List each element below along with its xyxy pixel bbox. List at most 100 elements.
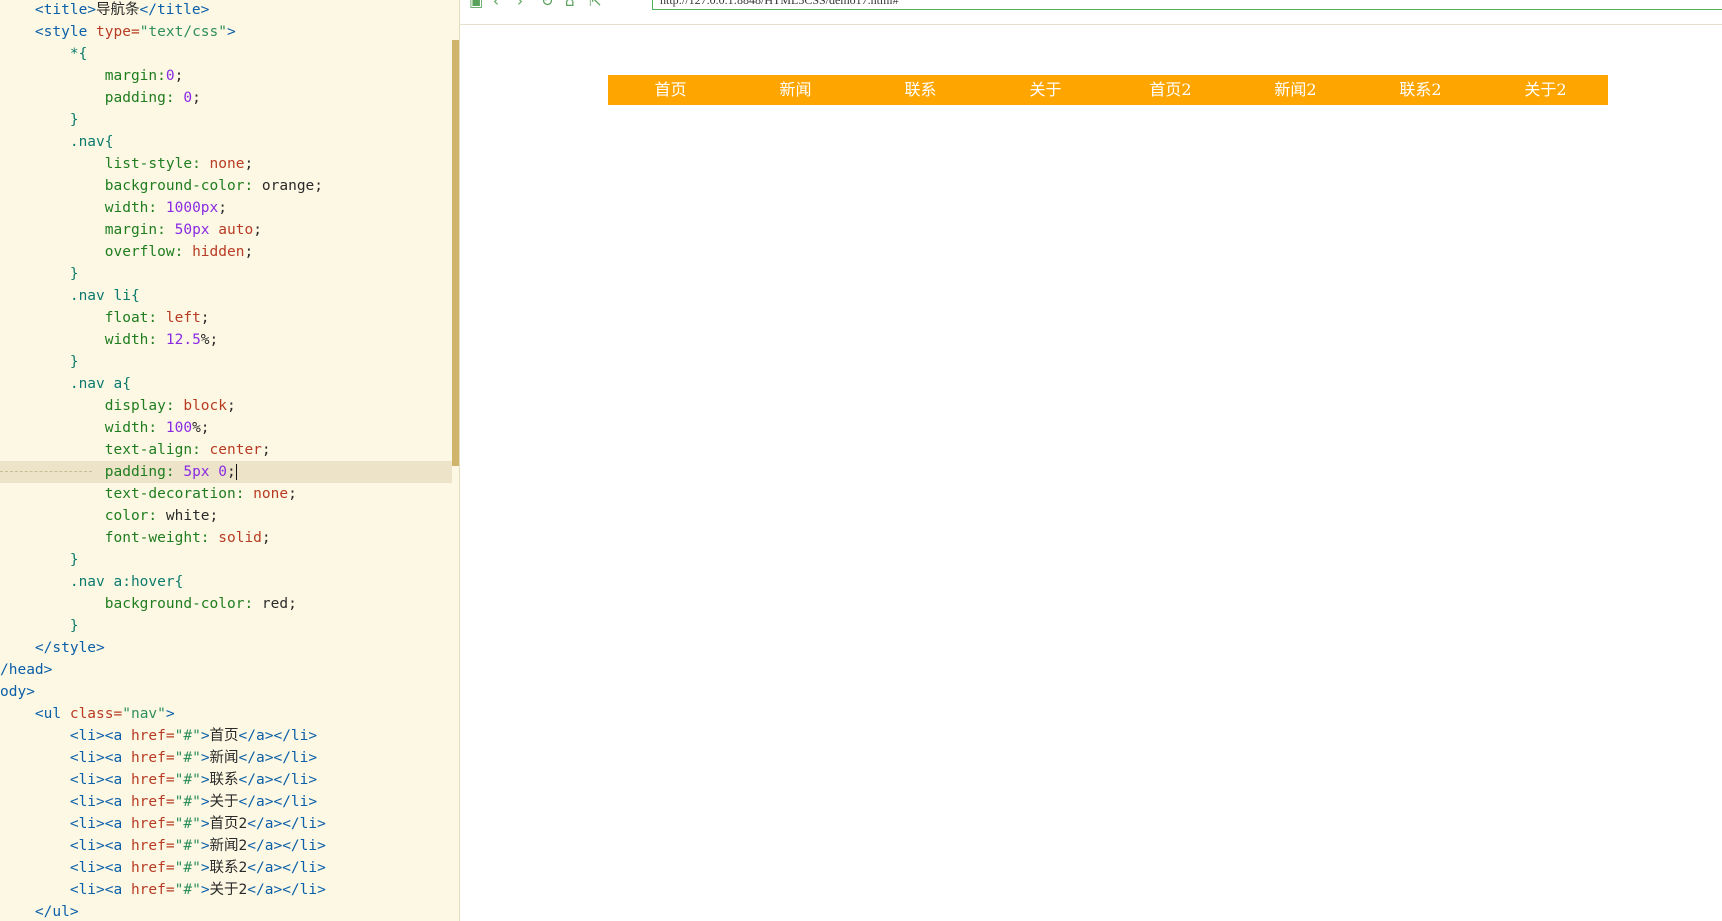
- code-line[interactable]: </style>: [0, 637, 452, 659]
- nav-link[interactable]: 联系: [858, 75, 983, 105]
- nav-link[interactable]: 新闻: [733, 75, 858, 105]
- code-line[interactable]: <li><a href="#">新闻2</a></li>: [0, 835, 452, 857]
- code-token: left: [165, 310, 201, 326]
- refresh-icon[interactable]: ↻: [541, 0, 554, 9]
- code-token: </a></li>: [238, 794, 318, 810]
- code-token: ;: [200, 310, 210, 326]
- code-token: margin:: [104, 222, 175, 238]
- code-token: "text/css": [139, 24, 227, 40]
- code-line[interactable]: <li><a href="#">关于</a></li>: [0, 791, 452, 813]
- code-line[interactable]: ody>: [0, 681, 452, 703]
- code-line[interactable]: overflow: hidden;: [0, 241, 452, 263]
- code-token: >: [200, 838, 210, 854]
- code-token: <li><a: [69, 728, 131, 744]
- code-token: .nav a:hover{: [69, 574, 184, 590]
- code-line[interactable]: display: block;: [0, 395, 452, 417]
- code-token: background-color:: [104, 178, 262, 194]
- code-token: href=: [130, 772, 175, 788]
- forward-icon[interactable]: ›: [517, 0, 523, 9]
- code-line[interactable]: <li><a href="#">新闻</a></li>: [0, 747, 452, 769]
- code-token: %;: [192, 420, 210, 436]
- code-line[interactable]: <li><a href="#">联系</a></li>: [0, 769, 452, 791]
- nav-link[interactable]: 新闻2: [1233, 75, 1358, 105]
- nav-link[interactable]: 首页2: [1108, 75, 1233, 105]
- nav-link[interactable]: 首页: [608, 75, 733, 105]
- code-line[interactable]: color: white;: [0, 505, 452, 527]
- code-token: ;: [288, 486, 297, 502]
- code-token: "#": [174, 772, 201, 788]
- nav-link[interactable]: 关于: [983, 75, 1108, 105]
- browser-toolbar: ▣ ‹ › ↻ ⌂ ⇱ http://127.0.0.1:8848/HTML5C…: [460, 0, 1722, 25]
- code-token: list-style:: [104, 156, 210, 172]
- code-token: <li><a: [69, 816, 131, 832]
- code-line[interactable]: <li><a href="#">关于2</a></li>: [0, 879, 452, 901]
- code-line[interactable]: margin: 50px auto;: [0, 219, 452, 241]
- code-line[interactable]: width: 1000px;: [0, 197, 452, 219]
- code-line[interactable]: float: left;: [0, 307, 452, 329]
- code-line[interactable]: <li><a href="#">联系2</a></li>: [0, 857, 452, 879]
- code-line[interactable]: .nav li{: [0, 285, 452, 307]
- code-token: "#": [174, 838, 201, 854]
- code-line[interactable]: }: [0, 109, 452, 131]
- open-external-icon[interactable]: ⇱: [589, 0, 602, 9]
- code-line[interactable]: margin:0;: [0, 65, 452, 87]
- nav-item: 新闻: [733, 75, 858, 105]
- code-token: <li><a: [69, 882, 131, 898]
- code-token: margin:: [104, 68, 166, 84]
- page-icon[interactable]: ▣: [469, 0, 483, 9]
- code-token: padding:: [104, 464, 184, 480]
- back-icon[interactable]: ‹: [493, 0, 499, 9]
- code-token: ;: [261, 530, 271, 546]
- code-line[interactable]: }: [0, 549, 452, 571]
- address-bar[interactable]: http://127.0.0.1:8848/HTML5CSS/demo17.ht…: [652, 0, 1722, 10]
- code-token: "#": [174, 750, 201, 766]
- code-line[interactable]: *{: [0, 43, 452, 65]
- code-line[interactable]: text-decoration: none;: [0, 483, 452, 505]
- code-token: class=: [69, 706, 123, 722]
- code-line[interactable]: .nav a:hover{: [0, 571, 452, 593]
- code-line[interactable]: font-weight: solid;: [0, 527, 452, 549]
- code-line[interactable]: <ul class="nav">: [0, 703, 452, 725]
- code-line[interactable]: </ul>: [0, 901, 452, 921]
- code-line[interactable]: /head>: [0, 659, 452, 681]
- code-line[interactable]: <li><a href="#">首页</a></li>: [0, 725, 452, 747]
- code-line[interactable]: <style type="text/css">: [0, 21, 452, 43]
- code-editor[interactable]: <title>导航条</title> <style type="text/css…: [0, 0, 460, 921]
- code-line[interactable]: width: 100%;: [0, 417, 452, 439]
- code-line[interactable]: background-color: orange;: [0, 175, 452, 197]
- code-line[interactable]: <li><a href="#">首页2</a></li>: [0, 813, 452, 835]
- code-token: ;: [174, 68, 184, 84]
- nav-link[interactable]: 关于2: [1483, 75, 1608, 105]
- code-line[interactable]: padding: 0;: [0, 87, 452, 109]
- code-line[interactable]: width: 12.5%;: [0, 329, 452, 351]
- code-line[interactable]: text-align: center;: [0, 439, 452, 461]
- code-token: </a></li>: [247, 860, 326, 876]
- code-token: }: [69, 354, 79, 370]
- code-token: ody>: [0, 684, 35, 700]
- code-line[interactable]: <title>导航条</title>: [0, 0, 452, 21]
- code-token: *{: [69, 46, 88, 62]
- code-token: 100: [165, 420, 193, 436]
- code-line[interactable]: background-color: red;: [0, 593, 452, 615]
- code-line[interactable]: }: [0, 615, 452, 637]
- code-token: 联系: [209, 772, 239, 788]
- code-area[interactable]: <title>导航条</title> <style type="text/css…: [0, 0, 452, 921]
- editor-scrollbar[interactable]: [452, 40, 459, 466]
- code-token: /head>: [0, 662, 53, 678]
- nav-link[interactable]: 联系2: [1358, 75, 1483, 105]
- code-token: font-weight:: [104, 530, 219, 546]
- code-line[interactable]: list-style: none;: [0, 153, 452, 175]
- code-line[interactable]: }: [0, 263, 452, 285]
- code-line[interactable]: padding: 5px 0;: [0, 461, 452, 483]
- code-line[interactable]: }: [0, 351, 452, 373]
- code-line[interactable]: .nav a{: [0, 373, 452, 395]
- code-line[interactable]: .nav{: [0, 131, 452, 153]
- lock-icon[interactable]: ⌂: [565, 0, 575, 9]
